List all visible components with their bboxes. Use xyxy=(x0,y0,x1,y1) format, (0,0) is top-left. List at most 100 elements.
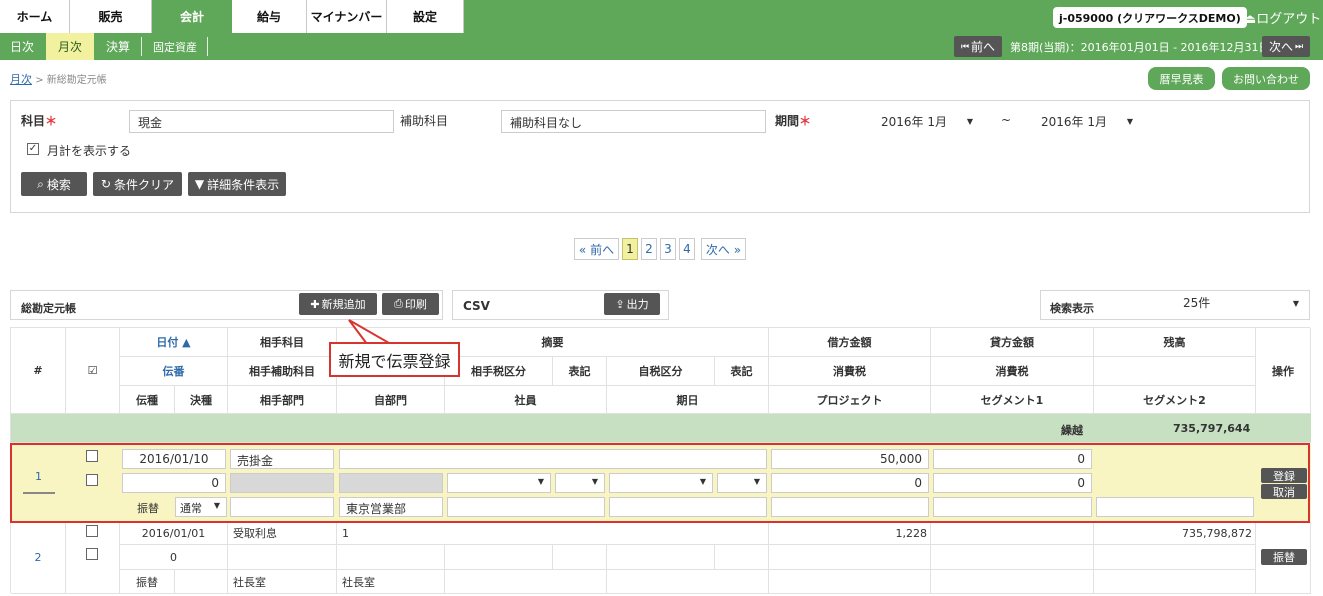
period-prev-button[interactable]: ⏮ 前へ xyxy=(954,36,1002,57)
carry-value: 735,797,644 xyxy=(1173,422,1251,435)
period-next-button[interactable]: 次へ ⏭ xyxy=(1262,36,1310,57)
row-2-segment-1 xyxy=(931,570,1094,594)
row-2-self-dept: 社長室 xyxy=(337,570,445,594)
detail-button[interactable]: ▼ 詳細条件表示 xyxy=(188,172,286,196)
col-segment-2: セグメント2 xyxy=(1094,386,1256,414)
export-label: 出力 xyxy=(626,298,649,311)
carry-label: 繰越 xyxy=(1061,424,1083,437)
pager-page-4[interactable]: 4 xyxy=(679,238,695,260)
new-entry-highlight xyxy=(10,443,1310,523)
col-balance: 残高 xyxy=(1094,328,1256,357)
display-count-select[interactable]: 25件 ▼ xyxy=(1177,292,1307,314)
monthly-total-checkbox[interactable]: ✓ xyxy=(27,143,39,155)
print-button[interactable]: ⎙ 印刷 xyxy=(382,293,439,315)
subnav-fixed-assets[interactable]: 固定資産 xyxy=(144,33,206,60)
row-2-debit-tax xyxy=(769,545,931,570)
col-kind: 伝種 xyxy=(120,386,175,414)
col-due: 期日 xyxy=(607,386,769,414)
row-2-project xyxy=(769,570,931,594)
subnav-closing[interactable]: 決算 xyxy=(96,33,140,60)
ledger-title: 総勘定元帳 xyxy=(21,302,76,315)
row-2-checkbox-a[interactable] xyxy=(86,525,98,537)
row-2-self-tax xyxy=(607,545,715,570)
account-label: 科目＊ xyxy=(21,112,57,129)
period-from-select[interactable]: 2016年 1月 ▼ xyxy=(873,110,983,133)
calendar-button[interactable]: 暦早見表 xyxy=(1148,67,1215,90)
row-2-credit-tax xyxy=(931,545,1094,570)
row-2-memo-sub xyxy=(337,545,445,570)
skip-back-icon: ⏮ xyxy=(960,41,970,52)
carry-row xyxy=(11,414,1311,443)
display-toolbar: 検索表示 25件 ▼ xyxy=(1040,290,1310,320)
pager-page-2[interactable]: 2 xyxy=(641,238,657,260)
add-new-label: 新規追加 xyxy=(321,298,366,311)
col-staff: 社員 xyxy=(445,386,607,414)
period-label-text: 期間 xyxy=(775,114,800,128)
row-2-number[interactable]: 2 xyxy=(11,522,66,594)
row-2-staff xyxy=(445,570,607,594)
tab-settings[interactable]: 設定 xyxy=(387,0,464,33)
pager-page-1[interactable]: 1 xyxy=(622,238,638,260)
col-number: # xyxy=(11,328,66,414)
account-input[interactable]: 現金 xyxy=(129,110,394,133)
add-new-button[interactable]: ✚ 新規追加 xyxy=(299,293,377,315)
display-count-value: 25件 xyxy=(1183,296,1211,310)
tab-home[interactable]: ホーム xyxy=(0,0,70,33)
tab-sales[interactable]: 販売 xyxy=(70,0,152,33)
filter-panel: 科目＊ 現金 補助科目 補助科目なし 期間＊ 2016年 1月 ▼ ~ 2016… xyxy=(10,100,1310,213)
display-label: 検索表示 xyxy=(1050,302,1094,315)
col-self-dept: 自部門 xyxy=(337,386,445,414)
row-2-settle xyxy=(175,570,228,594)
breadcrumb-current: 新総勘定元帳 xyxy=(46,75,107,86)
export-icon: ⇪ xyxy=(615,297,625,311)
period-tilde: ~ xyxy=(1001,113,1012,127)
clear-button[interactable]: ↻ 条件クリア xyxy=(93,172,182,196)
col-debit-tax: 消費税 xyxy=(769,357,931,386)
row-2-notation-1 xyxy=(553,545,607,570)
chevron-down-icon: ▼ xyxy=(1126,117,1133,126)
clear-label: 条件クリア xyxy=(114,177,175,192)
search-button[interactable]: ⌕ 検索 xyxy=(21,172,87,196)
col-project: プロジェクト xyxy=(769,386,931,414)
contact-button[interactable]: お問い合わせ xyxy=(1222,67,1310,90)
pager-prev[interactable]: « 前へ xyxy=(574,238,619,260)
row-2-segment-2 xyxy=(1094,570,1256,594)
row-2-balance: 735,798,872 xyxy=(1094,522,1256,545)
chevron-down-icon: ▼ xyxy=(966,117,973,126)
row-2-checkbox-b[interactable] xyxy=(86,548,98,560)
pager-next[interactable]: 次へ » xyxy=(701,238,746,260)
eject-icon: ⏏ xyxy=(1244,12,1257,27)
row-2-date: 2016/01/01 xyxy=(120,522,228,545)
tab-accounting[interactable]: 会計 xyxy=(152,0,232,33)
csv-toolbar: CSV ⇪ 出力 xyxy=(452,290,669,320)
skip-forward-icon: ⏭ xyxy=(1294,41,1304,52)
period-prev-label: 前へ xyxy=(971,40,996,54)
tab-mynumber[interactable]: マイナンバー xyxy=(307,0,387,33)
plus-icon: ✚ xyxy=(310,297,320,311)
col-debit: 借方金額 xyxy=(769,328,931,357)
tab-payroll[interactable]: 給与 xyxy=(232,0,307,33)
pager-page-3[interactable]: 3 xyxy=(660,238,676,260)
period-from-value: 2016年 1月 xyxy=(881,115,947,129)
period-to-select[interactable]: 2016年 1月 ▼ xyxy=(1033,110,1143,133)
export-button[interactable]: ⇪ 出力 xyxy=(604,293,660,315)
logout-link[interactable]: ⏏ログアウト xyxy=(1244,8,1321,27)
detail-label: 詳細条件表示 xyxy=(207,177,280,192)
sub-account-input[interactable]: 補助科目なし xyxy=(501,110,766,133)
col-check[interactable]: ☑ xyxy=(66,328,120,414)
col-date-sort[interactable]: 日付 ▲ xyxy=(120,328,228,357)
col-voucher[interactable]: 伝番 xyxy=(120,357,228,386)
subnav-daily[interactable]: 日次 xyxy=(0,33,44,60)
subnav-monthly[interactable]: 月次 xyxy=(46,33,94,60)
col-counter-sub: 相手補助科目 xyxy=(228,357,337,386)
col-notation-1: 表記 xyxy=(553,357,607,386)
breadcrumb-monthly-link[interactable]: 月次 xyxy=(10,73,32,86)
account-label-text: 科目 xyxy=(21,114,46,128)
required-mark: ＊ xyxy=(45,114,58,128)
transfer-button[interactable]: 振替 xyxy=(1261,549,1307,565)
user-badge[interactable]: j-059000 (クリアワークスDEMO) xyxy=(1053,7,1247,28)
row-2-counter-dept: 社長室 xyxy=(228,570,337,594)
row-2-memo: 1 xyxy=(337,522,769,545)
refresh-icon: ↻ xyxy=(100,177,112,191)
row-2-balance-sub xyxy=(1094,545,1256,570)
